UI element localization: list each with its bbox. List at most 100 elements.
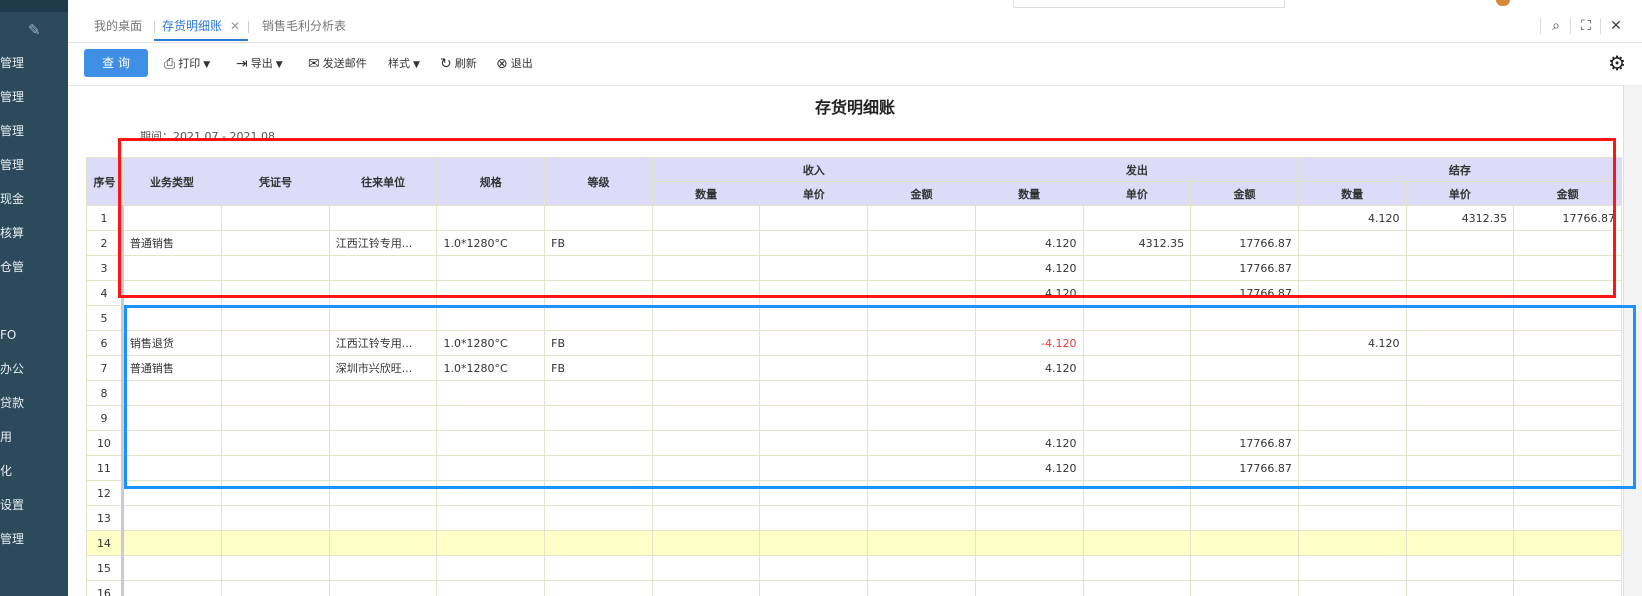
cell-biz[interactable] [121, 255, 223, 281]
cell-spec[interactable] [436, 205, 546, 231]
cell-seq[interactable]: 14 [86, 530, 124, 556]
sidebar-item[interactable]: 用 [0, 422, 68, 452]
query-button[interactable]: 查 询 [84, 49, 148, 77]
cell-out-qty[interactable]: 4.120 [974, 230, 1084, 256]
cell-spec[interactable] [436, 280, 546, 306]
cell-seq[interactable]: 3 [86, 255, 124, 281]
cell-bal-qty[interactable] [1297, 280, 1407, 306]
tab-desktop[interactable]: 我的桌面 [86, 12, 150, 41]
cell-in-qty[interactable] [651, 555, 761, 581]
cell-bal-qty[interactable] [1297, 530, 1407, 556]
header-income-qty[interactable]: 数量 [651, 181, 761, 206]
cell-grade[interactable] [544, 405, 653, 431]
cell-bal-amt[interactable] [1513, 305, 1622, 331]
cell-bal-qty[interactable] [1297, 555, 1407, 581]
cell-bal-price[interactable] [1405, 405, 1515, 431]
cell-out-qty[interactable] [974, 555, 1084, 581]
cell-bal-price[interactable] [1405, 580, 1515, 596]
cell-bal-price[interactable] [1405, 255, 1515, 281]
cell-spec[interactable] [436, 430, 546, 456]
table-row[interactable]: 6 销售退货 江西江铃专用... 1.0*1280°C FB -4.120 4.120 [86, 330, 1622, 356]
cell-bal-amt[interactable] [1513, 505, 1622, 531]
cell-bal-amt[interactable] [1513, 480, 1622, 506]
cell-seq[interactable]: 16 [86, 580, 124, 596]
cell-in-amt[interactable] [867, 580, 976, 596]
cell-in-qty[interactable] [651, 380, 761, 406]
table-row[interactable]: 8 [86, 380, 1622, 406]
cell-out-amt[interactable] [1190, 555, 1299, 581]
header-voucher[interactable]: 凭证号 [221, 157, 330, 206]
close-icon[interactable]: ✕ [1606, 16, 1626, 36]
cell-spec[interactable] [436, 380, 546, 406]
cell-bal-qty[interactable]: 4.120 [1297, 205, 1407, 231]
table-row[interactable]: 10 4.120 17766.87 [86, 430, 1622, 456]
cell-grade[interactable]: FB [544, 355, 653, 381]
cell-out-qty[interactable] [974, 205, 1084, 231]
cell-seq[interactable]: 13 [86, 505, 124, 531]
cell-out-price[interactable] [1082, 430, 1192, 456]
cell-spec[interactable] [436, 505, 546, 531]
cell-in-price[interactable] [759, 330, 869, 356]
cell-partner[interactable] [328, 530, 438, 556]
cell-in-amt[interactable] [867, 530, 976, 556]
cell-spec[interactable]: 1.0*1280°C [436, 330, 546, 356]
sidebar-item[interactable]: FO [0, 320, 68, 350]
cell-out-qty[interactable] [974, 530, 1084, 556]
cell-bal-amt[interactable] [1513, 555, 1622, 581]
cell-out-amt[interactable] [1190, 380, 1299, 406]
refresh-button[interactable]: ↻ 刷新 [440, 55, 477, 73]
table-row[interactable]: 2 普通销售 江西江铃专用... 1.0*1280°C FB 4.120 4312.35 17… [86, 230, 1622, 256]
cell-partner[interactable]: 深圳市兴欣旺... [328, 355, 438, 381]
cell-bal-amt[interactable] [1513, 255, 1622, 281]
vertical-scrollbar[interactable] [1623, 85, 1642, 596]
cell-in-qty[interactable] [651, 455, 761, 481]
cell-out-price[interactable] [1082, 505, 1192, 531]
cell-grade[interactable]: FB [544, 330, 653, 356]
sidebar-item[interactable]: 现金 [0, 184, 68, 214]
cell-grade[interactable] [544, 505, 653, 531]
cell-bal-amt[interactable] [1513, 380, 1622, 406]
cell-voucher[interactable] [221, 355, 330, 381]
cell-out-qty[interactable]: 4.120 [974, 455, 1084, 481]
cell-voucher[interactable] [221, 330, 330, 356]
cell-grade[interactable]: FB [544, 230, 653, 256]
cell-voucher[interactable] [221, 380, 330, 406]
cell-out-price[interactable] [1082, 255, 1192, 281]
global-search-input[interactable] [1013, 0, 1285, 8]
cell-partner[interactable] [328, 380, 438, 406]
cell-out-amt[interactable] [1190, 530, 1299, 556]
cell-biz[interactable] [121, 480, 223, 506]
cell-in-qty[interactable] [651, 430, 761, 456]
cell-grade[interactable] [544, 555, 653, 581]
cell-seq[interactable]: 5 [86, 305, 124, 331]
cell-out-qty[interactable]: 4.120 [974, 280, 1084, 306]
header-spec[interactable]: 规格 [436, 157, 546, 206]
cell-in-amt[interactable] [867, 380, 976, 406]
cell-in-amt[interactable] [867, 330, 976, 356]
cell-biz[interactable] [121, 455, 223, 481]
style-button[interactable]: 样式 ▼ [388, 55, 420, 73]
sidebar-item[interactable]: 办公 [0, 354, 68, 384]
header-balance-price[interactable]: 单价 [1405, 181, 1515, 206]
cell-biz[interactable] [121, 505, 223, 531]
edit-icon[interactable]: ✎ [28, 22, 44, 38]
cell-bal-price[interactable] [1405, 305, 1515, 331]
cell-voucher[interactable] [221, 205, 330, 231]
cell-biz[interactable]: 普通销售 [121, 355, 223, 381]
cell-seq[interactable]: 9 [86, 405, 124, 431]
cell-out-amt[interactable] [1190, 305, 1299, 331]
cell-bal-price[interactable] [1405, 230, 1515, 256]
header-biz-type[interactable]: 业务类型 [121, 157, 223, 206]
cell-out-qty[interactable]: 4.120 [974, 255, 1084, 281]
table-row[interactable]: 15 [86, 555, 1622, 581]
sidebar-item[interactable]: 设置 [0, 490, 68, 520]
cell-out-amt[interactable] [1190, 205, 1299, 231]
cell-bal-amt[interactable] [1513, 280, 1622, 306]
cell-in-price[interactable] [759, 580, 869, 596]
cell-spec[interactable]: 1.0*1280°C [436, 230, 546, 256]
cell-out-qty[interactable] [974, 380, 1084, 406]
cell-in-amt[interactable] [867, 305, 976, 331]
table-row[interactable]: 16 [86, 580, 1622, 596]
cell-bal-price[interactable] [1405, 530, 1515, 556]
cell-biz[interactable]: 销售退货 [121, 330, 223, 356]
